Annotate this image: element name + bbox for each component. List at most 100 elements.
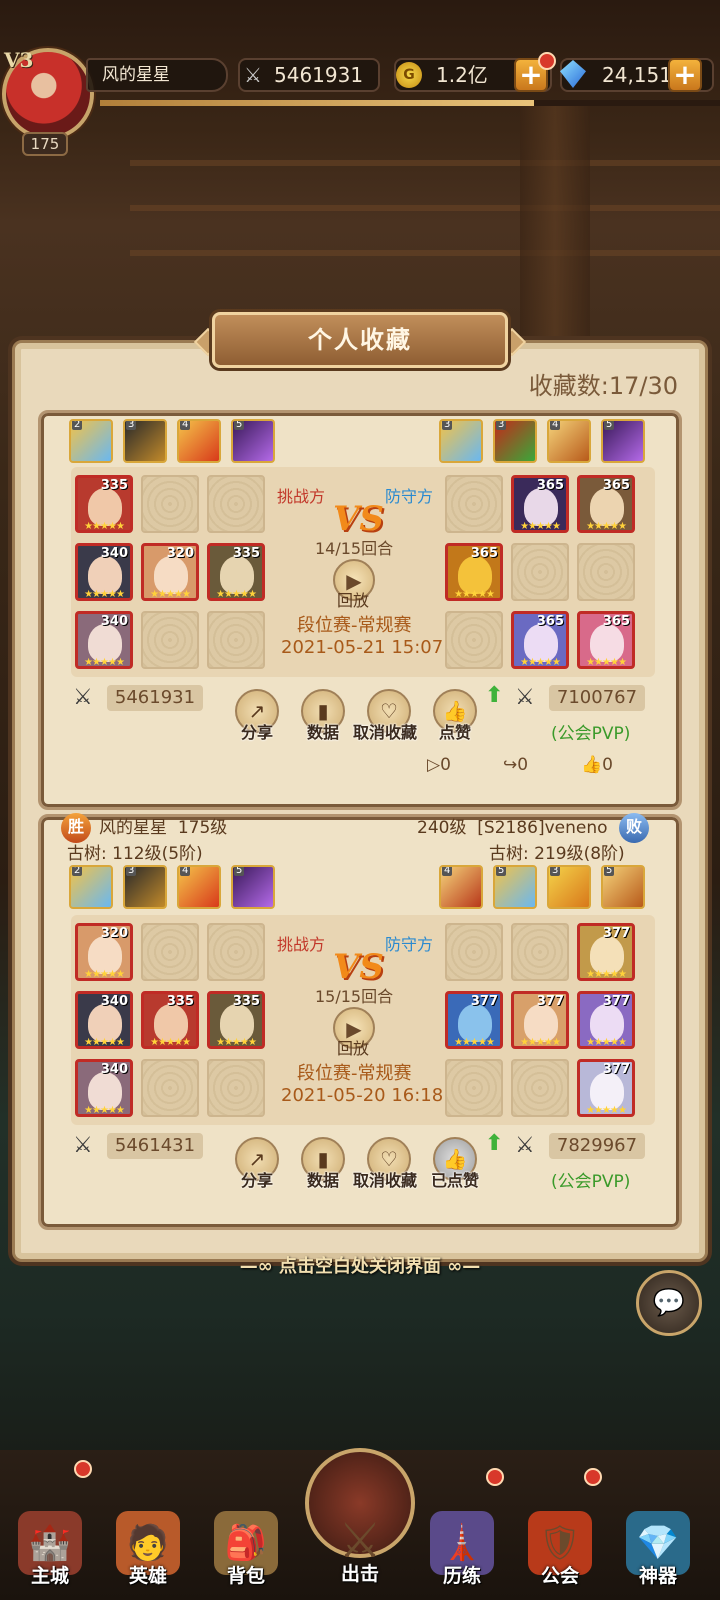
gold-value: 1.2亿 (436, 63, 488, 87)
match-mode: 段位赛-常规赛 (297, 1063, 412, 1084)
battle-record-card: 2 3 4 5 3 3 4 5 335 ★★★★★ 340 ★★★★★ 320 ★★★… (38, 410, 682, 810)
vs-emblem: VS (333, 947, 384, 987)
artifact-slot[interactable]: 5 (493, 865, 537, 909)
player-level: 175 (22, 132, 68, 156)
bookshelf (130, 160, 720, 166)
vs-emblem: VS (333, 499, 384, 539)
thumbs-up-icon: 👍 (581, 755, 603, 775)
replay-label: 回放 (337, 591, 370, 610)
match-date: 2021-05-21 15:07 (281, 637, 444, 658)
hero-portrait[interactable]: 365 ★★★★★ (445, 543, 503, 601)
artifact-slot[interactable]: 5 (601, 419, 645, 463)
nav-guild[interactable]: 🛡 公会 (518, 1511, 602, 1588)
collection-count: 收藏数:17/30 (528, 372, 678, 400)
arrow-up-icon: ⬆ (485, 1131, 504, 1156)
defender-name: 240级 [S2186]veneno (417, 818, 608, 838)
nav-artifacts[interactable]: 💎 神器 (616, 1511, 700, 1588)
artifact-slot[interactable]: 3 (493, 419, 537, 463)
close-hint[interactable]: —∞ 点击空白处关闭界面 ∞— (0, 1252, 720, 1278)
artifact-slot[interactable]: 4 (177, 865, 221, 909)
crossed-swords-icon: ⚔ (73, 1133, 93, 1158)
nav-bag[interactable]: 🎒 背包 (204, 1511, 288, 1588)
nav-main-city[interactable]: 🏰 主城 (8, 1511, 92, 1588)
hero-portrait[interactable]: 340 ★★★★★ (75, 1059, 133, 1117)
empty-slot (445, 611, 503, 669)
like-label: 点赞 (439, 723, 472, 742)
hero-portrait[interactable]: 377 ★★★★★ (577, 1059, 635, 1117)
artifact-slot[interactable]: 4 (439, 865, 483, 909)
data-label: 数据 (307, 1171, 340, 1190)
hero-portrait[interactable]: 365 ★★★★★ (511, 611, 569, 669)
top-bar: V3 175 风的星星 5461931 ⚔ 1.2亿 G + 24,151 + (0, 0, 720, 156)
hero-portrait[interactable]: 377 ★★★★★ (445, 991, 503, 1049)
play-icon: ▷ (427, 755, 441, 775)
round-count: 14/15回合 (315, 539, 394, 558)
unfavorite-label: 取消收藏 (353, 1171, 418, 1190)
nav-heroes[interactable]: 🧑 英雄 (106, 1511, 190, 1588)
hero-portrait[interactable]: 365 ★★★★★ (511, 475, 569, 533)
artifact-slot[interactable]: 3 (547, 865, 591, 909)
hero-portrait[interactable]: 335 ★★★★★ (141, 991, 199, 1049)
close-hint-text: 点击空白处关闭界面 (279, 1256, 441, 1277)
artifact-slot[interactable]: 2 (69, 419, 113, 463)
challenger-name: 风的星星 175级 (99, 818, 228, 838)
artifact-slot[interactable]: 3 (123, 865, 167, 909)
nav-label: 神器 (638, 1565, 677, 1587)
defender-label: 防守方 (385, 935, 434, 954)
share-icon: ↪ (503, 755, 518, 775)
data-label: 数据 (307, 723, 340, 742)
match-date: 2021-05-20 16:18 (281, 1085, 444, 1106)
hero-portrait[interactable]: 335 ★★★★★ (75, 475, 133, 533)
likes-stat: 👍0 (581, 755, 613, 775)
artifact-slot[interactable]: 3 (439, 419, 483, 463)
nav-label: 历练 (442, 1565, 481, 1587)
crossed-swords-icon: ⚔ (244, 63, 262, 87)
gold-coin-icon: G (396, 62, 422, 88)
artifact-slot[interactable]: 5 (601, 865, 645, 909)
nav-attack[interactable]: ⚔ 出击 (318, 1509, 402, 1586)
artifact-slot[interactable]: 4 (177, 419, 221, 463)
empty-slot (445, 923, 503, 981)
crossed-swords-icon: ⚔ (515, 1133, 535, 1158)
defender-tree: 古树: 219级(8阶) (489, 844, 625, 864)
challenger-power: 5461431 (107, 1133, 203, 1159)
bookshelf (130, 250, 720, 256)
notification-dot (486, 1468, 504, 1486)
hero-portrait[interactable]: 340 ★★★★★ (75, 543, 133, 601)
artifact-slot[interactable]: 5 (231, 419, 275, 463)
hero-portrait[interactable]: 340 ★★★★★ (75, 991, 133, 1049)
chat-button[interactable]: 💬 (636, 1270, 702, 1336)
crossed-swords-icon: ⚔ (515, 685, 535, 710)
hero-portrait[interactable]: 335 ★★★★★ (207, 543, 265, 601)
add-gem-button[interactable]: + (668, 58, 702, 92)
empty-slot (445, 1059, 503, 1117)
nav-label: 主城 (30, 1565, 69, 1587)
hero-portrait[interactable]: 365 ★★★★★ (577, 475, 635, 533)
notification-dot (74, 1460, 92, 1478)
empty-slot (141, 1059, 199, 1117)
artifact-slot[interactable]: 4 (547, 419, 591, 463)
artifact-slot[interactable]: 3 (123, 419, 167, 463)
artifact-slot[interactable]: 2 (69, 865, 113, 909)
hero-portrait[interactable]: 377 ★★★★★ (577, 991, 635, 1049)
artifact-slot[interactable]: 5 (231, 865, 275, 909)
hero-portrait[interactable]: 320 ★★★★★ (75, 923, 133, 981)
gem-value: 24,151 (602, 63, 672, 87)
nav-label: 出击 (340, 1563, 379, 1585)
hero-portrait[interactable]: 320 ★★★★★ (141, 543, 199, 601)
panel-title: 个人收藏 (212, 312, 508, 368)
hero-portrait[interactable]: 377 ★★★★★ (577, 923, 635, 981)
hero-portrait[interactable]: 335 ★★★★★ (207, 991, 265, 1049)
empty-slot (207, 611, 265, 669)
unfavorite-label: 取消收藏 (353, 723, 418, 742)
notification-dot (538, 52, 556, 70)
share-label: 分享 (241, 1171, 274, 1190)
hero-portrait[interactable]: 340 ★★★★★ (75, 611, 133, 669)
hero-portrait[interactable]: 377 ★★★★★ (511, 991, 569, 1049)
liked-label: 已点赞 (431, 1171, 480, 1190)
nav-training[interactable]: 🗼 历练 (420, 1511, 504, 1588)
empty-slot (141, 475, 199, 533)
crossed-swords-icon: ⚔ (73, 685, 93, 710)
hero-portrait[interactable]: 365 ★★★★★ (577, 611, 635, 669)
empty-slot (141, 923, 199, 981)
